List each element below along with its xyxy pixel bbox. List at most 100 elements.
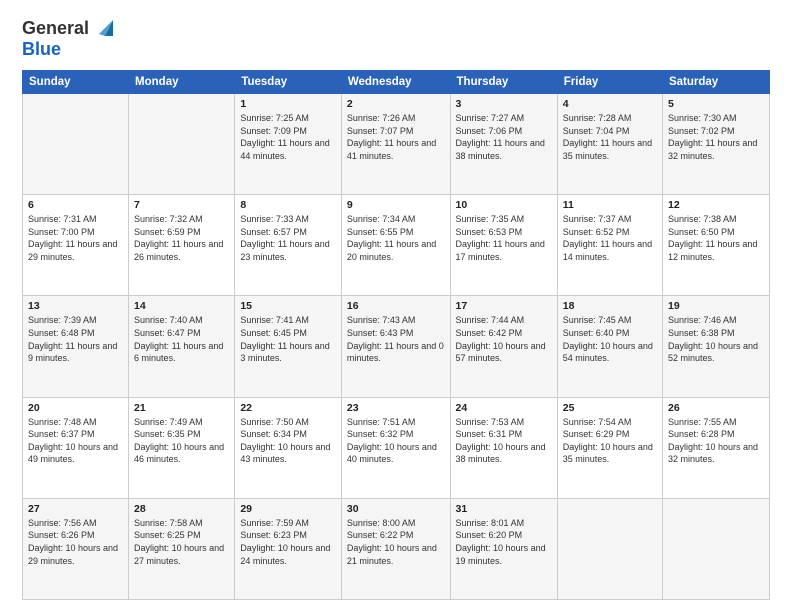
calendar-cell: 13 Sunrise: 7:39 AM Sunset: 6:48 PM Dayli… xyxy=(23,296,129,397)
cell-info: Sunrise: 7:59 AM Sunset: 6:23 PM Dayligh… xyxy=(240,517,336,567)
calendar-cell: 23 Sunrise: 7:51 AM Sunset: 6:32 PM Dayli… xyxy=(341,397,450,498)
calendar-cell: 29 Sunrise: 7:59 AM Sunset: 6:23 PM Dayli… xyxy=(235,498,342,599)
calendar-week-row: 27 Sunrise: 7:56 AM Sunset: 6:26 PM Dayli… xyxy=(23,498,770,599)
calendar-cell: 28 Sunrise: 7:58 AM Sunset: 6:25 PM Dayli… xyxy=(129,498,235,599)
calendar-cell: 18Sunrise: 7:45 AM Sunset: 6:40 PM Dayli… xyxy=(557,296,662,397)
calendar-cell xyxy=(23,94,129,195)
day-number: 24 xyxy=(456,402,552,414)
day-number: 25 xyxy=(563,402,657,414)
calendar-table: SundayMondayTuesdayWednesdayThursdayFrid… xyxy=(22,70,770,600)
cell-info: Sunrise: 7:55 AM Sunset: 6:28 PM Dayligh… xyxy=(668,416,764,466)
cell-info: Sunrise: 8:01 AM Sunset: 6:20 PM Dayligh… xyxy=(456,517,552,567)
calendar-week-row: 6 Sunrise: 7:31 AM Sunset: 7:00 PM Daylig… xyxy=(23,195,770,296)
cell-info: Sunrise: 7:56 AM Sunset: 6:26 PM Dayligh… xyxy=(28,517,123,567)
cell-info: Sunrise: 7:28 AM Sunset: 7:04 PM Dayligh… xyxy=(563,112,657,162)
day-number: 15 xyxy=(240,300,336,312)
calendar-cell: 5Sunrise: 7:30 AM Sunset: 7:02 PM Daylig… xyxy=(662,94,769,195)
logo-blue-text: Blue xyxy=(22,39,61,59)
day-number: 14 xyxy=(134,300,229,312)
day-number: 1 xyxy=(240,98,336,110)
day-number: 19 xyxy=(668,300,764,312)
day-number: 26 xyxy=(668,402,764,414)
column-header-friday: Friday xyxy=(557,71,662,94)
column-header-wednesday: Wednesday xyxy=(341,71,450,94)
cell-info: Sunrise: 7:53 AM Sunset: 6:31 PM Dayligh… xyxy=(456,416,552,466)
header-row: SundayMondayTuesdayWednesdayThursdayFrid… xyxy=(23,71,770,94)
calendar-week-row: 1 Sunrise: 7:25 AM Sunset: 7:09 PM Daylig… xyxy=(23,94,770,195)
calendar-week-row: 13 Sunrise: 7:39 AM Sunset: 6:48 PM Dayli… xyxy=(23,296,770,397)
calendar-cell: 26 Sunrise: 7:55 AM Sunset: 6:28 PM Dayli… xyxy=(662,397,769,498)
column-header-saturday: Saturday xyxy=(662,71,769,94)
cell-info: Sunrise: 7:39 AM Sunset: 6:48 PM Dayligh… xyxy=(28,314,123,364)
cell-info: Sunrise: 7:26 AM Sunset: 7:07 PM Dayligh… xyxy=(347,112,445,162)
column-header-thursday: Thursday xyxy=(450,71,557,94)
calendar-cell: 15 Sunrise: 7:41 AM Sunset: 6:45 PM Dayli… xyxy=(235,296,342,397)
calendar-cell: 9 Sunrise: 7:34 AM Sunset: 6:55 PM Daylig… xyxy=(341,195,450,296)
header: General Blue xyxy=(22,18,770,60)
day-number: 17 xyxy=(456,300,552,312)
cell-info: Sunrise: 7:46 AM Sunset: 6:38 PM Dayligh… xyxy=(668,314,764,364)
calendar-cell: 24 Sunrise: 7:53 AM Sunset: 6:31 PM Dayli… xyxy=(450,397,557,498)
cell-info: Sunrise: 7:25 AM Sunset: 7:09 PM Dayligh… xyxy=(240,112,336,162)
calendar-cell: 22 Sunrise: 7:50 AM Sunset: 6:34 PM Dayli… xyxy=(235,397,342,498)
calendar-cell: 1 Sunrise: 7:25 AM Sunset: 7:09 PM Daylig… xyxy=(235,94,342,195)
calendar-cell: 11Sunrise: 7:37 AM Sunset: 6:52 PM Dayli… xyxy=(557,195,662,296)
day-number: 23 xyxy=(347,402,445,414)
cell-info: Sunrise: 7:31 AM Sunset: 7:00 PM Dayligh… xyxy=(28,213,123,263)
day-number: 12 xyxy=(668,199,764,211)
day-number: 28 xyxy=(134,503,229,515)
calendar-cell: 31 Sunrise: 8:01 AM Sunset: 6:20 PM Dayli… xyxy=(450,498,557,599)
calendar-cell: 25 Sunrise: 7:54 AM Sunset: 6:29 PM Dayli… xyxy=(557,397,662,498)
day-number: 31 xyxy=(456,503,552,515)
cell-info: Sunrise: 7:44 AM Sunset: 6:42 PM Dayligh… xyxy=(456,314,552,364)
column-header-sunday: Sunday xyxy=(23,71,129,94)
day-number: 30 xyxy=(347,503,445,515)
cell-info: Sunrise: 7:58 AM Sunset: 6:25 PM Dayligh… xyxy=(134,517,229,567)
logo-bird-icon xyxy=(91,16,113,38)
calendar-cell: 30Sunrise: 8:00 AM Sunset: 6:22 PM Dayli… xyxy=(341,498,450,599)
cell-info: Sunrise: 7:35 AM Sunset: 6:53 PM Dayligh… xyxy=(456,213,552,263)
cell-info: Sunrise: 7:50 AM Sunset: 6:34 PM Dayligh… xyxy=(240,416,336,466)
calendar-cell: 4Sunrise: 7:28 AM Sunset: 7:04 PM Daylig… xyxy=(557,94,662,195)
day-number: 29 xyxy=(240,503,336,515)
cell-info: Sunrise: 7:33 AM Sunset: 6:57 PM Dayligh… xyxy=(240,213,336,263)
calendar-cell: 3Sunrise: 7:27 AM Sunset: 7:06 PM Daylig… xyxy=(450,94,557,195)
column-header-tuesday: Tuesday xyxy=(235,71,342,94)
cell-info: Sunrise: 7:48 AM Sunset: 6:37 PM Dayligh… xyxy=(28,416,123,466)
cell-info: Sunrise: 7:34 AM Sunset: 6:55 PM Dayligh… xyxy=(347,213,445,263)
cell-info: Sunrise: 7:40 AM Sunset: 6:47 PM Dayligh… xyxy=(134,314,229,364)
cell-info: Sunrise: 7:49 AM Sunset: 6:35 PM Dayligh… xyxy=(134,416,229,466)
calendar-cell: 12Sunrise: 7:38 AM Sunset: 6:50 PM Dayli… xyxy=(662,195,769,296)
calendar-cell: 16Sunrise: 7:43 AM Sunset: 6:43 PM Dayli… xyxy=(341,296,450,397)
calendar-cell: 14 Sunrise: 7:40 AM Sunset: 6:47 PM Dayli… xyxy=(129,296,235,397)
column-header-monday: Monday xyxy=(129,71,235,94)
calendar-cell xyxy=(557,498,662,599)
calendar-cell: 8Sunrise: 7:33 AM Sunset: 6:57 PM Daylig… xyxy=(235,195,342,296)
calendar-cell: 2 Sunrise: 7:26 AM Sunset: 7:07 PM Daylig… xyxy=(341,94,450,195)
day-number: 22 xyxy=(240,402,336,414)
day-number: 11 xyxy=(563,199,657,211)
logo: General Blue xyxy=(22,18,113,60)
day-number: 6 xyxy=(28,199,123,211)
calendar-cell xyxy=(129,94,235,195)
day-number: 13 xyxy=(28,300,123,312)
calendar-week-row: 20 Sunrise: 7:48 AM Sunset: 6:37 PM Dayli… xyxy=(23,397,770,498)
day-number: 27 xyxy=(28,503,123,515)
calendar-cell xyxy=(662,498,769,599)
cell-info: Sunrise: 7:54 AM Sunset: 6:29 PM Dayligh… xyxy=(563,416,657,466)
day-number: 3 xyxy=(456,98,552,110)
day-number: 20 xyxy=(28,402,123,414)
calendar-cell: 6 Sunrise: 7:31 AM Sunset: 7:00 PM Daylig… xyxy=(23,195,129,296)
cell-info: Sunrise: 7:51 AM Sunset: 6:32 PM Dayligh… xyxy=(347,416,445,466)
day-number: 2 xyxy=(347,98,445,110)
page: General Blue SundayMondayTuesdayWednesda… xyxy=(0,0,792,612)
day-number: 10 xyxy=(456,199,552,211)
day-number: 7 xyxy=(134,199,229,211)
cell-info: Sunrise: 7:43 AM Sunset: 6:43 PM Dayligh… xyxy=(347,314,445,364)
day-number: 9 xyxy=(347,199,445,211)
calendar-cell: 10 Sunrise: 7:35 AM Sunset: 6:53 PM Dayli… xyxy=(450,195,557,296)
cell-info: Sunrise: 7:41 AM Sunset: 6:45 PM Dayligh… xyxy=(240,314,336,364)
calendar-cell: 7Sunrise: 7:32 AM Sunset: 6:59 PM Daylig… xyxy=(129,195,235,296)
calendar-cell: 21Sunrise: 7:49 AM Sunset: 6:35 PM Dayli… xyxy=(129,397,235,498)
calendar-cell: 19 Sunrise: 7:46 AM Sunset: 6:38 PM Dayli… xyxy=(662,296,769,397)
